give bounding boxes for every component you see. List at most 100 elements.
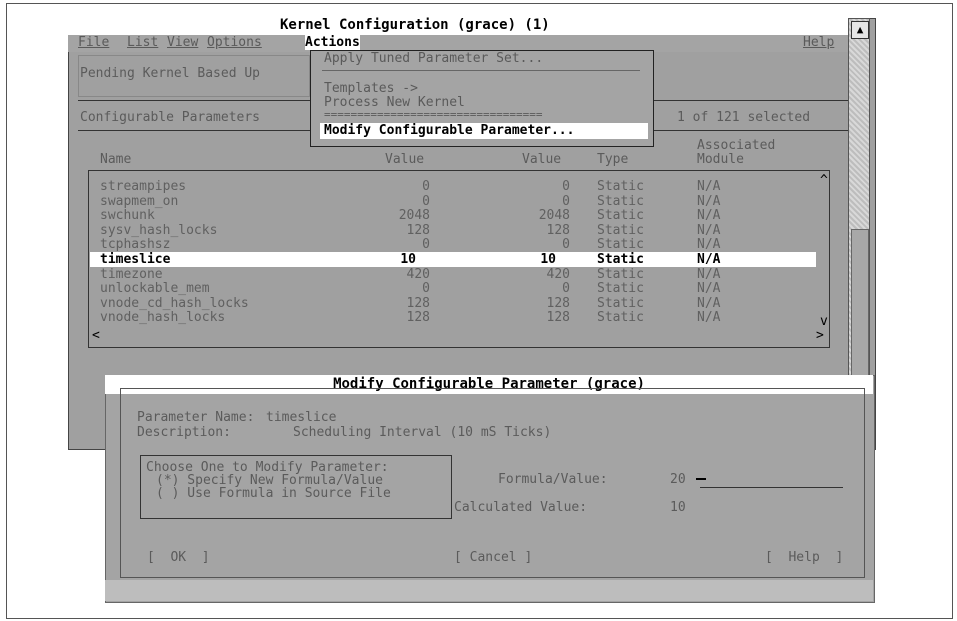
table-row[interactable]: swchunk 2048 2048 Static N/A bbox=[100, 208, 840, 223]
formula-input-underline bbox=[700, 487, 843, 488]
table-row[interactable]: vnode_cd_hash_locks 128 128 Static N/A bbox=[100, 296, 840, 311]
menu-separator: ================================= bbox=[324, 108, 543, 121]
col-header-type[interactable]: Type bbox=[597, 152, 628, 167]
list-scroll-left-icon[interactable]: < bbox=[92, 328, 100, 343]
cell-pending: 128 bbox=[546, 295, 570, 311]
cell-type: Static bbox=[597, 266, 644, 282]
col-header-name[interactable]: Name bbox=[100, 152, 131, 167]
cell-module: N/A bbox=[697, 222, 721, 238]
cell-pending: 0 bbox=[562, 281, 570, 297]
cell-pending: 2048 bbox=[538, 208, 570, 224]
menu-file[interactable]: File bbox=[78, 35, 109, 50]
menu-help[interactable]: Help bbox=[803, 35, 834, 50]
cell-module: N/A bbox=[697, 266, 721, 282]
cell-module: N/A bbox=[697, 295, 721, 311]
pending-kernel-label: Pending Kernel Based Up bbox=[80, 66, 261, 81]
description-label: Description: bbox=[137, 425, 231, 440]
param-name-value: timeslice bbox=[266, 410, 337, 425]
text-cursor bbox=[696, 478, 706, 480]
cell-module: N/A bbox=[697, 310, 721, 326]
cell-pending: 128 bbox=[546, 222, 570, 238]
cell-pending: 420 bbox=[546, 266, 570, 282]
table-row[interactable]: tcphashsz 0 0 Static N/A bbox=[100, 237, 840, 252]
col-header-value[interactable]: Value bbox=[385, 152, 424, 167]
selected-count: 1 of 121 selected bbox=[677, 110, 811, 125]
table-row[interactable]: sysv_hash_locks 128 128 Static N/A bbox=[100, 223, 840, 238]
cell-value: 0 bbox=[422, 193, 430, 209]
cell-module: N/A bbox=[697, 237, 721, 253]
cell-value: 128 bbox=[406, 222, 430, 238]
cell-type: Static bbox=[597, 179, 644, 194]
table-row[interactable]: timeslice 10 10 Static N/A bbox=[90, 252, 816, 267]
list-scroll-up-icon[interactable]: ^ bbox=[820, 173, 828, 188]
cell-module: N/A bbox=[697, 281, 721, 297]
cell-value: 0 bbox=[422, 281, 430, 297]
table-row[interactable]: swapmem_on 0 0 Static N/A bbox=[100, 194, 840, 209]
cell-name: sysv_hash_locks bbox=[100, 222, 218, 238]
cell-name: swapmem_on bbox=[100, 193, 179, 209]
formula-value-input[interactable]: 20 bbox=[670, 472, 686, 487]
radio-use-source-formula[interactable]: ( ) Use Formula in Source File bbox=[156, 486, 391, 501]
cell-pending: 0 bbox=[562, 179, 570, 194]
table-row[interactable]: streampipes 0 0 Static N/A bbox=[100, 179, 840, 194]
col-header-pending-value[interactable]: Value bbox=[522, 152, 561, 167]
cell-pending: 0 bbox=[562, 237, 570, 253]
cell-name: timeslice bbox=[100, 252, 171, 267]
scroll-up-arrow-icon[interactable]: ▲ bbox=[851, 21, 869, 39]
description-value: Scheduling Interval (10 mS Ticks) bbox=[293, 425, 552, 440]
menu-divider bbox=[322, 70, 640, 71]
cell-module: N/A bbox=[697, 208, 721, 224]
menuitem-templates[interactable]: Templates -> bbox=[324, 81, 418, 96]
table-row[interactable]: vnode_hash_locks 128 128 Static N/A bbox=[100, 310, 840, 325]
cancel-button[interactable]: [ Cancel ] bbox=[454, 550, 532, 565]
calculated-value: 10 bbox=[670, 500, 686, 515]
help-button[interactable]: [ Help ] bbox=[765, 550, 843, 565]
list-scroll-down-icon[interactable]: v bbox=[820, 314, 828, 329]
cell-type: Static bbox=[597, 295, 644, 311]
ok-button[interactable]: [ OK ] bbox=[147, 550, 210, 565]
cell-value: 0 bbox=[422, 237, 430, 253]
cell-module: N/A bbox=[697, 193, 721, 209]
cell-pending: 10 bbox=[540, 252, 556, 267]
cell-type: Static bbox=[597, 237, 644, 253]
col-header-module-2[interactable]: Module bbox=[697, 152, 744, 167]
cell-name: vnode_hash_locks bbox=[100, 310, 226, 326]
cell-pending: 128 bbox=[546, 310, 570, 326]
cell-name: vnode_cd_hash_locks bbox=[100, 295, 249, 311]
configurable-params-label: Configurable Parameters bbox=[80, 110, 261, 125]
cell-module: N/A bbox=[697, 252, 721, 267]
formula-value-label: Formula/Value: bbox=[498, 472, 608, 487]
cell-name: tcphashsz bbox=[100, 237, 171, 253]
cell-value: 10 bbox=[400, 252, 416, 267]
cell-name: timezone bbox=[100, 266, 163, 282]
list-scroll-right-icon[interactable]: > bbox=[816, 328, 824, 343]
cell-name: swchunk bbox=[100, 208, 155, 224]
param-name-label: Parameter Name: bbox=[137, 410, 255, 425]
menu-options[interactable]: Options bbox=[207, 35, 262, 50]
col-header-module[interactable]: Associated bbox=[697, 138, 775, 153]
calculated-value-label: Calculated Value: bbox=[454, 500, 588, 515]
menu-list[interactable]: List bbox=[127, 35, 158, 50]
menuitem-apply-tuned[interactable]: Apply Tuned Parameter Set... bbox=[324, 51, 543, 66]
dialog-bottom-strip bbox=[105, 580, 873, 601]
cell-name: unlockable_mem bbox=[100, 281, 210, 297]
cell-name: streampipes bbox=[100, 179, 187, 194]
cell-type: Static bbox=[597, 208, 644, 224]
cell-type: Static bbox=[597, 193, 644, 209]
cell-value: 0 bbox=[422, 179, 430, 194]
table-row[interactable]: timezone 420 420 Static N/A bbox=[100, 267, 840, 282]
cell-type: Static bbox=[597, 281, 644, 297]
cell-type: Static bbox=[597, 252, 644, 267]
window-title: Kernel Configuration (grace) (1) bbox=[280, 17, 550, 33]
menuitem-modify-configurable[interactable]: Modify Configurable Parameter... bbox=[324, 123, 574, 138]
cell-type: Static bbox=[597, 310, 644, 326]
cell-module: N/A bbox=[697, 179, 721, 194]
cell-value: 128 bbox=[406, 295, 430, 311]
cell-pending: 0 bbox=[562, 193, 570, 209]
menu-view[interactable]: View bbox=[167, 35, 198, 50]
cell-value: 2048 bbox=[398, 208, 430, 224]
cell-value: 420 bbox=[406, 266, 430, 282]
table-row[interactable]: unlockable_mem 0 0 Static N/A bbox=[100, 281, 840, 296]
menu-actions[interactable]: Actions bbox=[305, 35, 360, 50]
cell-type: Static bbox=[597, 222, 644, 238]
